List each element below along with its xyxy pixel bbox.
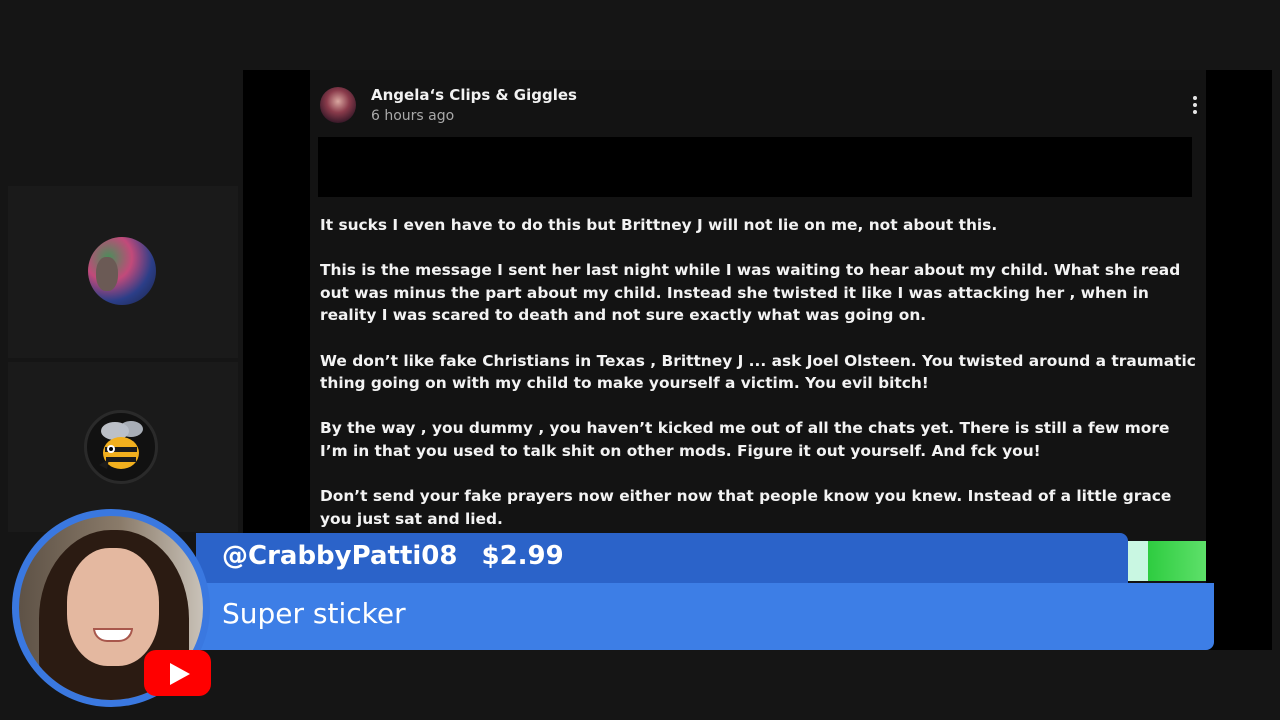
participant-avatar-1 bbox=[88, 237, 156, 305]
post-paragraph: Don’t send your fake prayers now either … bbox=[320, 487, 1172, 528]
participant-avatar-2 bbox=[84, 410, 158, 484]
post-paragraph: It sucks I even have to do this but Brit… bbox=[320, 216, 998, 234]
partial-image bbox=[1128, 541, 1206, 581]
post-paragraph: This is the message I sent her last nigh… bbox=[320, 261, 1181, 325]
youtube-logo-icon bbox=[144, 650, 211, 696]
post-author-avatar bbox=[320, 87, 356, 123]
super-chat-body: Super sticker bbox=[196, 583, 1214, 650]
post-paragraph: We don’t like fake Christians in Texas ,… bbox=[320, 351, 1196, 393]
super-chat-header: @CrabbyPatti08 $2.99 bbox=[196, 533, 1128, 583]
post-paragraph: By the way , you dummy , you haven’t kic… bbox=[320, 419, 1170, 460]
screen-share-letterbox-right bbox=[1206, 70, 1272, 650]
post-author-name[interactable]: Angela‘s Clips & Giggles bbox=[371, 86, 577, 104]
post-body: It sucks I even have to do this but Brit… bbox=[320, 214, 1200, 553]
super-chat-username: @CrabbyPatti08 bbox=[222, 541, 458, 571]
super-chat-message: Super sticker bbox=[222, 597, 406, 630]
more-vert-icon[interactable] bbox=[1192, 96, 1198, 114]
bee-avatar-icon bbox=[99, 421, 143, 469]
redacted-area bbox=[318, 137, 1192, 197]
super-chat-amount: $2.99 bbox=[481, 541, 564, 571]
post-timestamp: 6 hours ago bbox=[371, 108, 455, 124]
